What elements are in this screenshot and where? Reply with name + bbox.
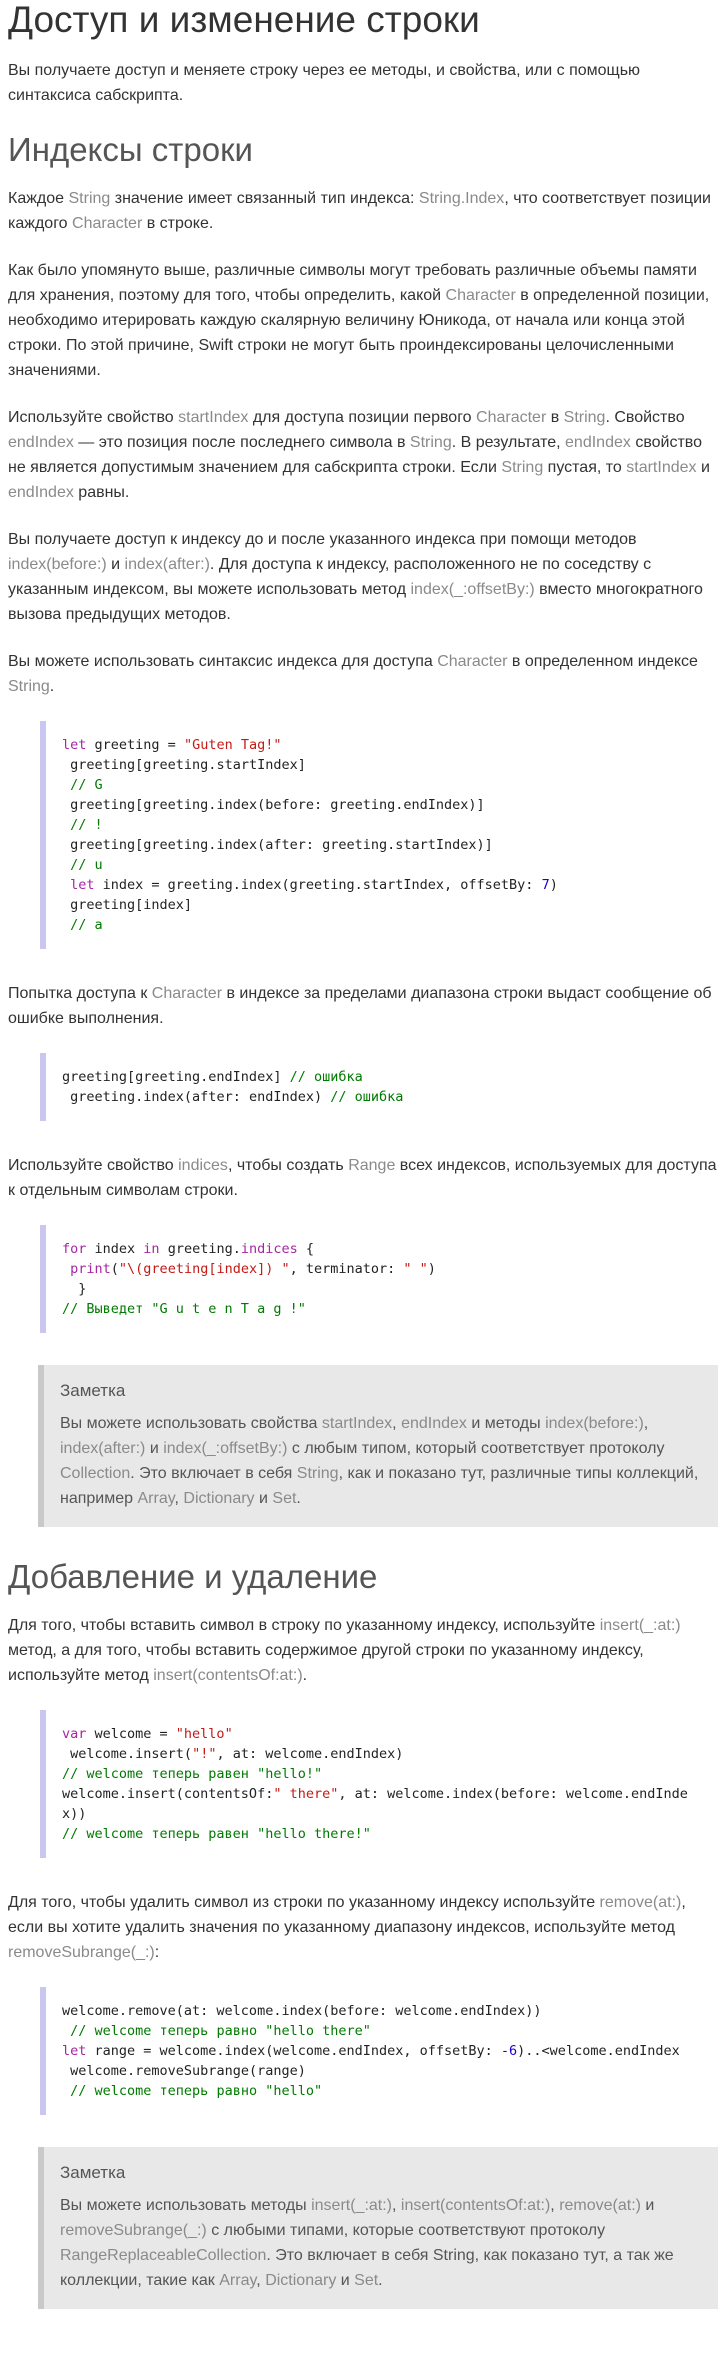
paragraph-remove: Для того, чтобы удалить символ из строки… — [8, 1894, 686, 1961]
code-term: endIndex — [565, 434, 631, 451]
paragraph-start-end-index: Используйте свойство startIndex для дост… — [8, 409, 710, 501]
code-term: startIndex — [626, 459, 697, 476]
note-box-collection: Заметка Вы можете использовать свойства … — [38, 1365, 718, 1527]
paragraph-index-type: Каждое String значение имеет связанный т… — [8, 190, 711, 232]
code-term: Character — [151, 985, 223, 1002]
code-term: String — [409, 434, 452, 451]
code-term: Range — [348, 1157, 396, 1174]
code-term: index(before:) — [8, 556, 107, 573]
code-term: String.Index — [418, 190, 505, 207]
code-term: indices — [178, 1157, 228, 1174]
code-term: endIndex — [8, 434, 74, 451]
paragraph-index-methods: Вы получаете доступ к индексу до и после… — [8, 531, 703, 623]
code-term: Character — [437, 653, 508, 670]
code-term: String — [563, 409, 606, 426]
note-text: Вы можете использовать свойства startInd… — [60, 1415, 699, 1507]
paragraph-out-of-range: Попытка доступа к Character в индексе за… — [8, 985, 712, 1027]
code-block-greeting: let greeting = "Guten Tag!" greeting[gre… — [40, 721, 718, 949]
code-term: removeSubrange(_:) — [8, 1944, 155, 1961]
code-term: insert(contentsOf:at:) — [153, 1667, 303, 1684]
code-term: remove(at:) — [599, 1894, 682, 1911]
section-title-access: Доступ и изменение строки — [8, 0, 480, 40]
code-block-errors: greeting[greeting.endIndex] // ошибка gr… — [40, 1053, 718, 1121]
note-box-range-replaceable: Заметка Вы можете использовать методы in… — [38, 2147, 718, 2309]
code-block-indices-loop: for index in greeting.indices { print("\… — [40, 1225, 718, 1333]
note-title: Заметка — [60, 2163, 126, 2182]
code-term: String — [501, 459, 544, 476]
code-term: Character — [445, 287, 516, 304]
section-title-insert-remove: Добавление и удаление — [8, 1558, 378, 1595]
code-term: startIndex — [178, 409, 249, 426]
document-page: Доступ и изменение строки Вы получаете д… — [0, 0, 726, 2309]
code-term: String — [8, 678, 50, 695]
code-term: Character — [72, 215, 143, 232]
code-term: index(after:) — [124, 556, 210, 573]
paragraph-indices: Используйте свойство indices, чтобы созд… — [8, 1157, 717, 1199]
paragraph-subscript: Вы можете использовать синтаксис индекса… — [8, 653, 698, 695]
paragraph-insert: Для того, чтобы вставить символ в строку… — [8, 1617, 681, 1684]
code-term: index(_:offsetBy:) — [410, 581, 535, 598]
code-block-remove: welcome.remove(at: welcome.index(before:… — [40, 1987, 718, 2115]
code-term: String — [68, 190, 111, 207]
section-title-indices: Индексы строки — [8, 131, 253, 168]
code-term: insert(_:at:) — [599, 1617, 681, 1634]
code-block-insert: var welcome = "hello" welcome.insert("!"… — [40, 1710, 718, 1858]
note-text: Вы можете использовать методы insert(_:a… — [60, 2197, 674, 2289]
code-term: endIndex — [8, 484, 74, 501]
code-term: Character — [476, 409, 547, 426]
note-title: Заметка — [60, 1381, 126, 1400]
paragraph-memory: Как было упомянуто выше, различные симво… — [8, 262, 710, 379]
paragraph-intro: Вы получаете доступ и меняете строку чер… — [8, 62, 641, 104]
